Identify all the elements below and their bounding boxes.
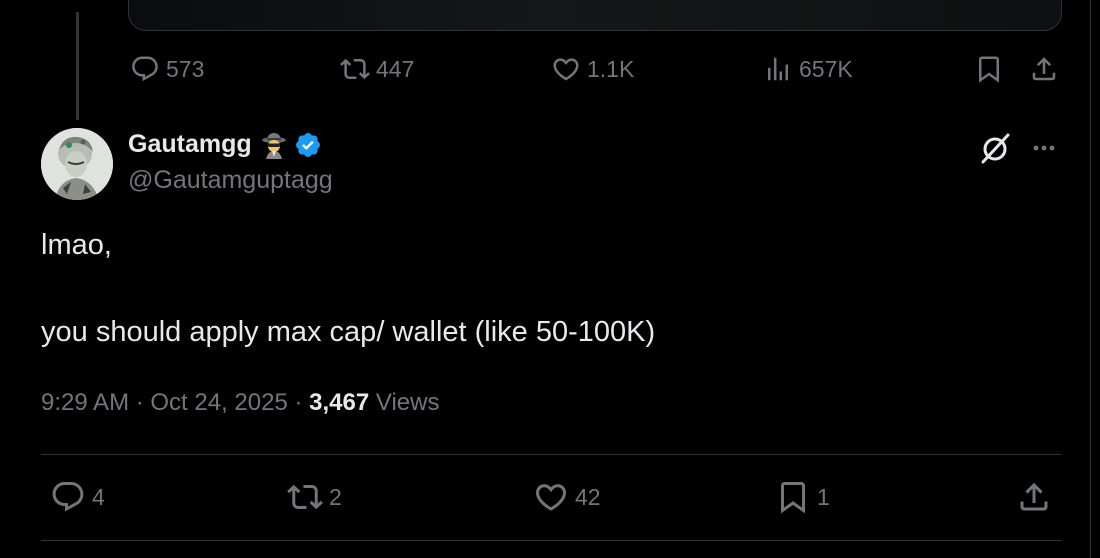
reply-icon: [50, 479, 86, 515]
reply-count: 4: [92, 483, 105, 510]
repost-icon: [340, 54, 370, 84]
post-meta: 9:29 AM · Oct 24, 2025 · 3,467 Views: [41, 389, 439, 417]
bookmark-icon: [974, 54, 1004, 84]
bookmark-icon: [775, 479, 811, 515]
more-icon[interactable]: [1028, 135, 1060, 161]
prev-views-button[interactable]: 657K: [763, 54, 853, 84]
share-icon: [1029, 54, 1059, 84]
meta-separator: ·: [129, 389, 151, 416]
prev-reply-count: 573: [166, 55, 205, 82]
post-text-line-1: lmao,: [41, 229, 112, 261]
author-handle[interactable]: @Gautamguptagg: [128, 166, 333, 195]
bookmark-button[interactable]: 1: [775, 479, 830, 515]
post-views-count: 3,467: [309, 389, 370, 416]
prev-reply-button[interactable]: 573: [130, 54, 204, 84]
heart-icon: [551, 54, 581, 84]
grok-icon[interactable]: [977, 130, 1013, 166]
post-text-line-2: you should apply max cap/ wallet (like 5…: [41, 316, 656, 348]
reply-icon: [130, 54, 160, 84]
repost-icon: [287, 479, 323, 515]
post-date[interactable]: Oct 24, 2025: [150, 389, 287, 416]
heart-icon: [533, 479, 569, 515]
share-button[interactable]: [1016, 479, 1052, 515]
column-right-border: [1090, 0, 1091, 558]
prev-repost-button[interactable]: 447: [340, 54, 414, 84]
author-name-row[interactable]: Gautamgg: [128, 130, 322, 159]
prev-like-button[interactable]: 1.1K: [551, 54, 634, 84]
prev-like-count: 1.1K: [587, 55, 635, 82]
post-divider-top: [41, 454, 1062, 455]
like-count: 42: [575, 483, 601, 510]
post-views-label: Views: [375, 389, 440, 416]
post-time[interactable]: 9:29 AM: [41, 389, 129, 416]
analytics-icon: [763, 54, 793, 84]
bookmark-count: 1: [817, 483, 830, 510]
prev-share-button[interactable]: [1029, 54, 1059, 84]
meta-separator: ·: [287, 389, 310, 416]
verified-badge-icon[interactable]: [294, 131, 322, 159]
prev-bookmark-button[interactable]: [974, 54, 1004, 84]
reply-button[interactable]: 4: [50, 479, 105, 515]
share-icon: [1016, 479, 1052, 515]
prev-views-count: 657K: [799, 55, 853, 82]
author-name: Gautamgg: [128, 130, 252, 158]
repost-button[interactable]: 2: [287, 479, 342, 515]
post-divider-bottom: [41, 540, 1062, 541]
prev-repost-count: 447: [376, 55, 415, 82]
previous-post-media[interactable]: [128, 0, 1062, 31]
avatar-image: [41, 128, 113, 200]
repost-count: 2: [329, 483, 342, 510]
like-button[interactable]: 42: [533, 479, 601, 515]
detective-emoji-icon: [261, 132, 286, 159]
author-avatar[interactable]: [41, 128, 113, 200]
thread-connector-line: [76, 12, 79, 120]
